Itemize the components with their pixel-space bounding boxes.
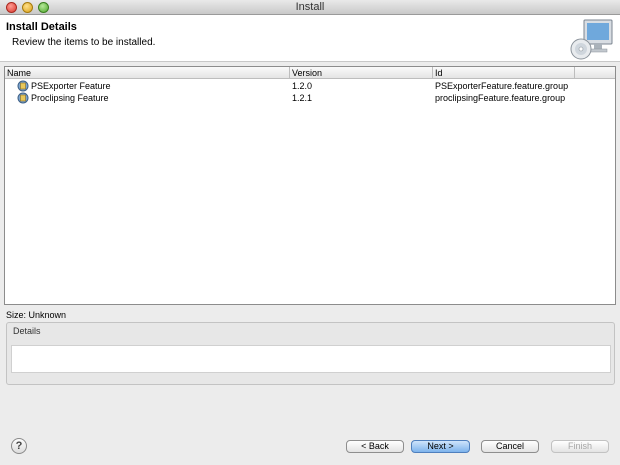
feature-id: proclipsingFeature.feature.group bbox=[435, 93, 566, 103]
column-header-id[interactable]: Id bbox=[433, 67, 575, 79]
feature-name: Proclipsing Feature bbox=[31, 93, 109, 103]
install-items-table[interactable]: Name Version Id PSExporter Feature 1.2.0… bbox=[4, 66, 616, 305]
table-row[interactable]: Proclipsing Feature 1.2.1 proclipsingFea… bbox=[5, 92, 615, 104]
feature-plugin-icon bbox=[17, 80, 29, 92]
finish-button[interactable]: Finish bbox=[551, 440, 609, 453]
window-titlebar: Install bbox=[0, 0, 620, 15]
feature-version: 1.2.0 bbox=[292, 81, 313, 91]
details-label: Details bbox=[13, 326, 41, 336]
column-header-version[interactable]: Version bbox=[290, 67, 433, 79]
feature-plugin-icon bbox=[17, 92, 29, 104]
column-header-name[interactable]: Name bbox=[5, 67, 290, 79]
feature-name: PSExporter Feature bbox=[31, 81, 111, 91]
help-button[interactable]: ? bbox=[11, 438, 27, 454]
window-title: Install bbox=[295, 1, 325, 13]
next-button[interactable]: Next > bbox=[411, 440, 470, 453]
feature-id: PSExporterFeature.feature.group bbox=[435, 81, 569, 91]
page-title: Install Details bbox=[6, 21, 77, 33]
install-monitor-cd-icon bbox=[570, 19, 613, 60]
table-row[interactable]: PSExporter Feature 1.2.0 PSExporterFeatu… bbox=[5, 80, 615, 92]
cancel-button[interactable]: Cancel bbox=[481, 440, 539, 453]
back-button[interactable]: < Back bbox=[346, 440, 404, 453]
install-size-label: Size: Unknown bbox=[6, 310, 67, 320]
details-text-area[interactable] bbox=[11, 345, 611, 373]
table-header: Name Version Id bbox=[5, 67, 615, 79]
page-description: Review the items to be installed. bbox=[12, 37, 156, 48]
feature-version: 1.2.1 bbox=[292, 93, 313, 103]
wizard-header: Install Details Review the items to be i… bbox=[0, 15, 620, 62]
details-group: Details bbox=[6, 322, 615, 385]
